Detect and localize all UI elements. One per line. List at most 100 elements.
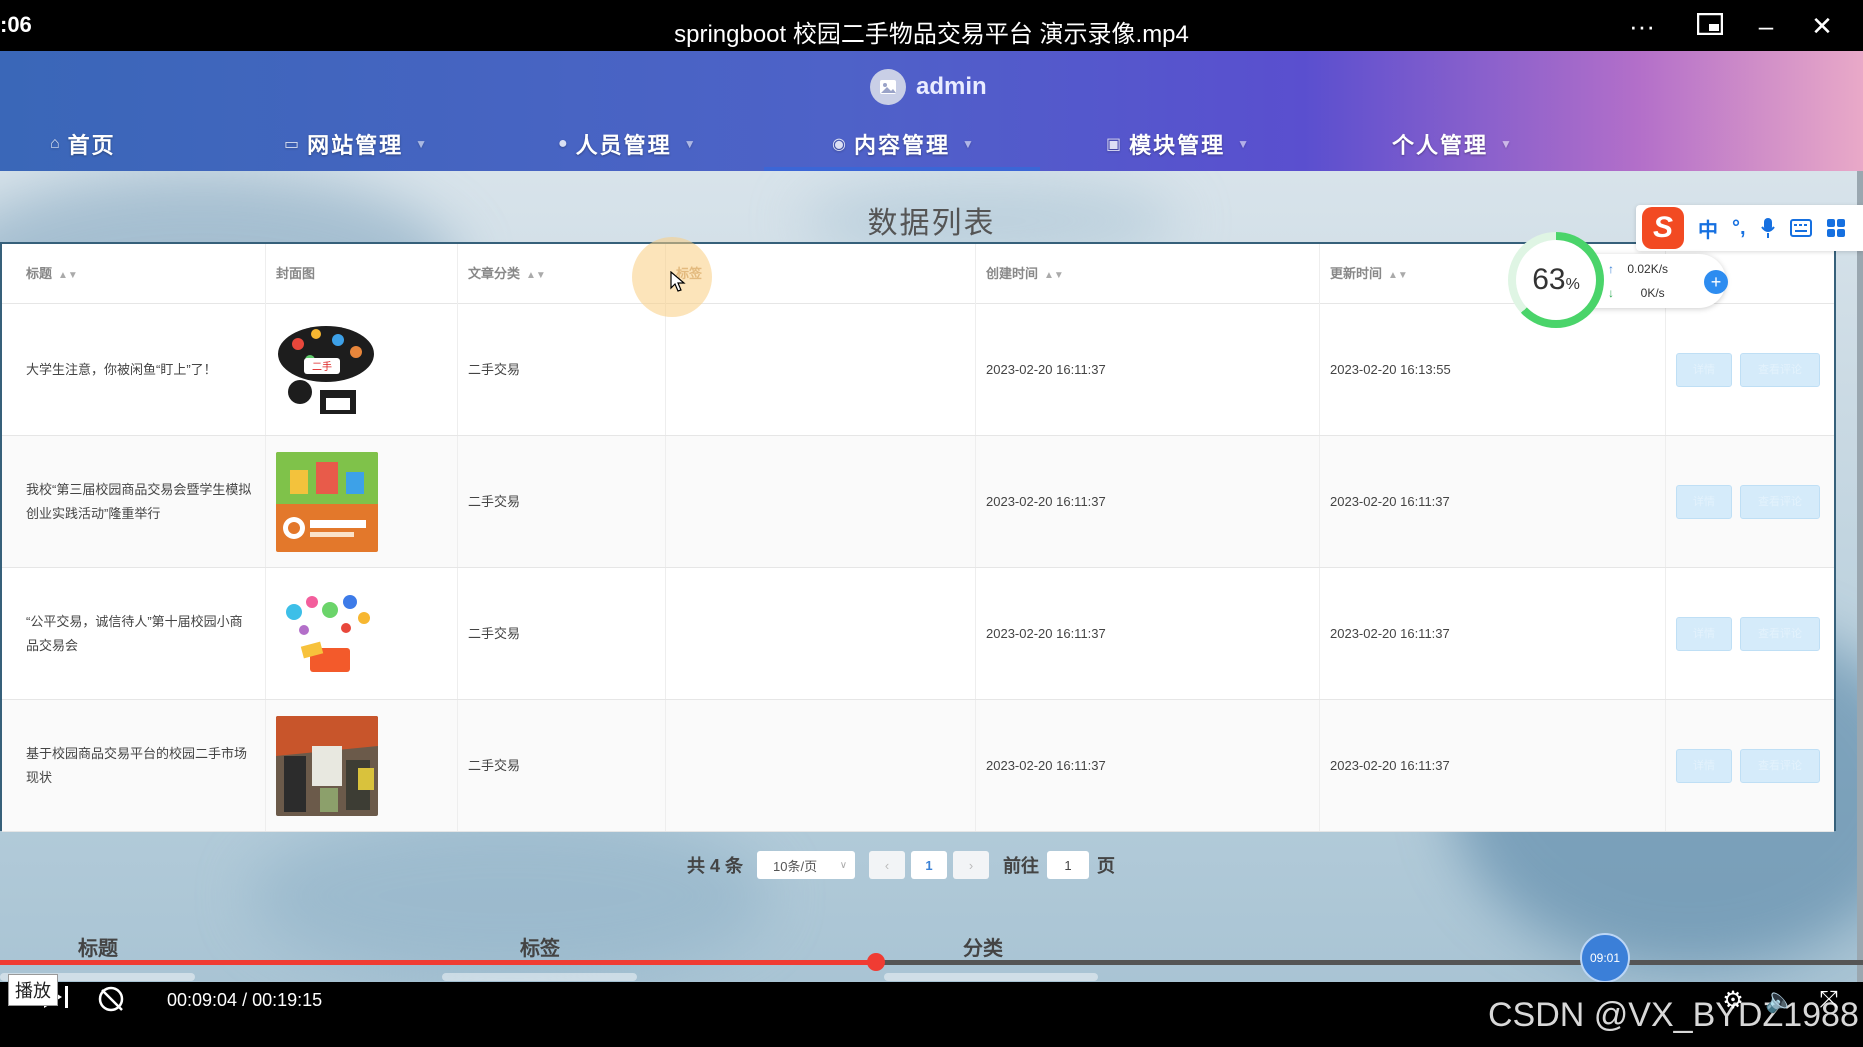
goto-suffix: 页: [1097, 856, 1116, 876]
search-label-category: 分类: [963, 938, 1003, 960]
nav-label: 模块管理: [1129, 133, 1226, 158]
cell-updated: 2023-02-20 16:11:37: [1320, 436, 1666, 567]
username: admin: [916, 73, 987, 100]
nav-site-management[interactable]: ▭ 网站管理 ▼: [284, 119, 429, 169]
progress-handle[interactable]: [866, 953, 885, 971]
search-label-tag: 标签: [520, 938, 560, 960]
details-button[interactable]: 详情: [1676, 484, 1732, 519]
view-comments-button[interactable]: 查看评论: [1740, 484, 1820, 519]
minimize-icon[interactable]: –: [1746, 10, 1786, 42]
cell-title: “公平交易，诚信待人”第十届校园小商品交易会: [16, 568, 266, 699]
chevron-down-icon: ▼: [683, 137, 698, 151]
nav-label: 首页: [67, 133, 116, 158]
chevron-down-icon: ▼: [1500, 137, 1514, 151]
page-scrollbar[interactable]: [1857, 171, 1863, 982]
cell-actions: 详情 查看评论: [1666, 568, 1836, 699]
site-header: admin ⌂ 首页 ▭ 网站管理 ▼ ● 人员管理 ▼ ◉ 内容管理 ▼ ▣ …: [0, 51, 1863, 171]
mic-icon[interactable]: [1760, 217, 1776, 239]
arrow-up-icon: ↑: [1608, 262, 1614, 276]
view-comments-button[interactable]: 查看评论: [1740, 616, 1820, 651]
cell-category: 二手交易: [458, 304, 666, 435]
details-button[interactable]: 详情: [1676, 748, 1732, 783]
nav-content-management[interactable]: ◉ 内容管理 ▼: [832, 119, 976, 169]
cell-actions: 详情 查看评论: [1666, 700, 1836, 831]
home-icon: ⌂: [50, 135, 62, 152]
column-header-cover: 封面图: [266, 244, 458, 304]
nav-label: 网站管理: [307, 133, 404, 158]
details-button[interactable]: 详情: [1676, 616, 1732, 651]
nav-personal-management[interactable]: 个人管理 ▼: [1392, 119, 1514, 169]
arrow-down-icon: ↓: [1608, 286, 1614, 300]
search-input-category[interactable]: [884, 973, 1098, 981]
sort-icon[interactable]: ▲▼: [526, 270, 546, 281]
nav-staff-management[interactable]: ● 人员管理 ▼: [558, 119, 698, 169]
hover-time-bubble: 09:01: [1580, 933, 1630, 983]
chevron-down-icon: ▼: [961, 137, 976, 151]
cover-image: [276, 583, 378, 684]
nav-module-management[interactable]: ▣ 模块管理 ▼: [1106, 119, 1251, 169]
timecode: 00:09:04 / 00:19:15: [167, 990, 323, 1010]
cell-created: 2023-02-20 16:11:37: [976, 436, 1320, 567]
view-comments-button[interactable]: 查看评论: [1740, 748, 1820, 783]
progress-played: [0, 960, 876, 965]
watermark: CSDN @VX_BYDZ1988: [1488, 996, 1859, 1034]
player-title-bar: :06 springboot 校园二手物品交易平台 演示录像.mp4 ··· –…: [0, 0, 1863, 51]
play-tooltip: 播放: [8, 974, 58, 1006]
column-header-tag[interactable]: 标签: [666, 244, 976, 304]
page-number[interactable]: 1: [911, 851, 948, 879]
cell-title: 大学生注意，你被闲鱼“盯上”了！: [16, 304, 266, 435]
search-input-tag[interactable]: [442, 973, 637, 981]
cover-image: [276, 451, 378, 552]
cover-image: [276, 715, 378, 816]
monitor-icon: ▭: [284, 136, 302, 153]
table-row[interactable]: 基于校园商品交易平台的校园二手市场现状 二手交易 2023-02-20 16:1…: [2, 700, 1834, 832]
cell-tag: [666, 568, 976, 699]
exit-fullscreen-icon[interactable]: ⤧: [1814, 986, 1844, 1016]
volume-icon[interactable]: 🔈: [1765, 986, 1795, 1016]
view-comments-button[interactable]: 查看评论: [1740, 352, 1820, 387]
keyboard-icon[interactable]: [1789, 219, 1812, 237]
nav-label: 个人管理: [1392, 133, 1489, 158]
settings-icon[interactable]: ⚙: [1718, 986, 1748, 1016]
next-page-button[interactable]: ›: [953, 851, 990, 879]
user-menu[interactable]: admin: [870, 67, 987, 107]
cell-cover: [266, 436, 458, 567]
add-icon[interactable]: +: [1704, 270, 1728, 294]
cell-tag: [666, 304, 976, 435]
grid-icon[interactable]: [1826, 218, 1846, 238]
network-speed-widget[interactable]: 63% ↑ 0.02K/s ↓ 0K/s +: [1508, 232, 1728, 328]
cell-title: 基于校园商品交易平台的校园二手市场现状: [16, 700, 266, 831]
cell-tag: [666, 436, 976, 567]
background-wash: [250, 811, 770, 981]
cell-category: 二手交易: [458, 700, 666, 831]
svg-text:二手: 二手: [312, 360, 332, 373]
page-size-select[interactable]: 10条/页 ∨: [757, 851, 856, 879]
upload-speed: ↑ 0.02K/s: [1608, 262, 1669, 276]
nav-home[interactable]: ⌂ 首页: [50, 119, 116, 169]
table-body: 大学生注意，你被闲鱼“盯上”了！ 二手 二手交易 2023-02-20 16:1…: [2, 304, 1834, 832]
column-header-created[interactable]: 创建时间 ▲▼: [976, 244, 1320, 304]
player-controls: 播放 00:09:04 / 00:19:15 CSDN @VX_BYDZ1988…: [0, 974, 1863, 1047]
details-button[interactable]: 详情: [1676, 352, 1732, 387]
more-horizontal-icon[interactable]: ···: [1622, 10, 1662, 42]
pager: ‹ 1 ›: [869, 851, 990, 879]
goto-page-input[interactable]: 1: [1047, 851, 1090, 879]
close-icon[interactable]: ✕: [1802, 10, 1842, 42]
loop-off-icon[interactable]: [96, 984, 136, 1020]
picture-in-picture-icon[interactable]: [1690, 10, 1730, 42]
usage-percent: 63%: [1516, 240, 1596, 320]
table-row[interactable]: 我校“第三届校园商品交易会暨学生模拟创业实践活动”隆重举行 二手交易 2023-…: [2, 436, 1834, 568]
total-count: 共 4 条: [687, 856, 744, 876]
sort-icon[interactable]: ▲▼: [1044, 270, 1064, 281]
sort-icon[interactable]: ▲▼: [1388, 270, 1408, 281]
cell-tag: [666, 700, 976, 831]
ime-punctuation-toggle[interactable]: °,: [1732, 217, 1746, 240]
column-header-title[interactable]: 标题 ▲▼: [16, 244, 266, 304]
cover-image: 二手: [276, 319, 378, 420]
prev-page-button[interactable]: ‹: [869, 851, 906, 879]
sort-icon[interactable]: ▲▼: [58, 270, 78, 281]
cell-category: 二手交易: [458, 568, 666, 699]
nav-label: 人员管理: [575, 133, 672, 158]
cell-created: 2023-02-20 16:11:37: [976, 700, 1320, 831]
table-row[interactable]: “公平交易，诚信待人”第十届校园小商品交易会 二手交易 2023-02-20 1…: [2, 568, 1834, 700]
